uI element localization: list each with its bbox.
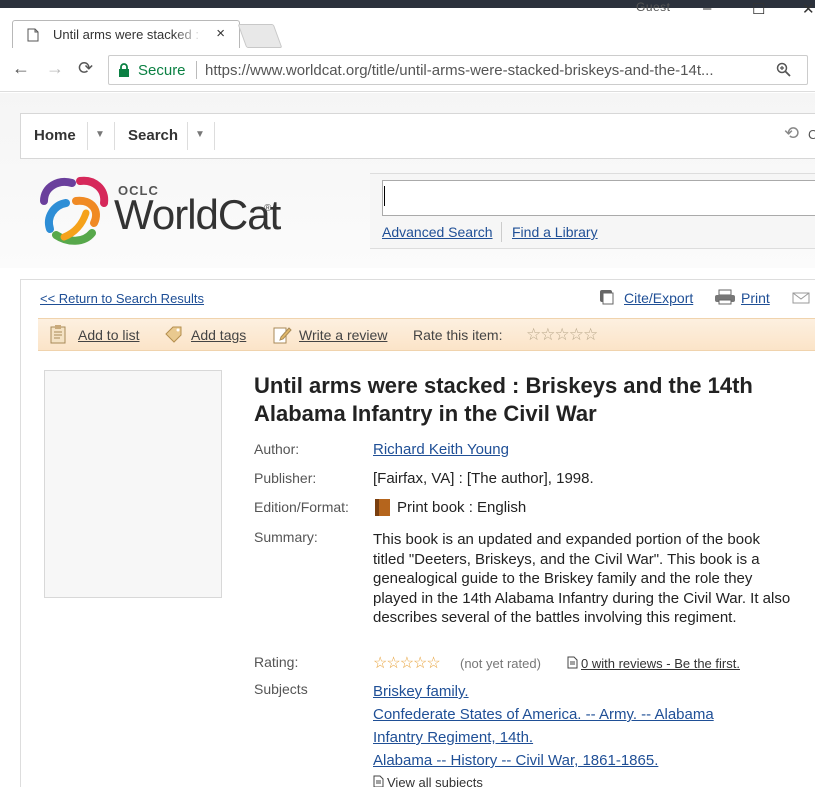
- print-icon[interactable]: [714, 289, 736, 310]
- edition-format-label: Edition/Format:: [254, 499, 349, 515]
- back-arrow-icon[interactable]: ←: [12, 58, 30, 79]
- window-titlebar: [0, 0, 815, 8]
- rating-stars: ☆☆☆☆☆: [373, 655, 441, 672]
- summary-text: This book is an updated and expanded por…: [373, 531, 791, 626]
- publisher-value: [Fairfax, VA] : [The author], 1998.: [373, 470, 594, 487]
- write-a-review-link[interactable]: Write a review: [299, 327, 387, 343]
- view-all-doc-icon: [373, 775, 384, 787]
- new-tab-button[interactable]: [237, 24, 283, 48]
- zoom-icon[interactable]: [776, 62, 791, 80]
- subject-link[interactable]: Confederate States of America. -- Army. …: [373, 706, 714, 723]
- url-text[interactable]: https://www.worldcat.org/title/until-arm…: [205, 62, 714, 79]
- cite-export-icon[interactable]: [598, 288, 618, 311]
- subjects-label: Subjects: [254, 681, 308, 697]
- record-title: Until arms were stacked : Briskeys and t…: [254, 373, 753, 426]
- rating-label: Rating:: [254, 654, 299, 670]
- tab-title: Until arms were stacked :: [53, 27, 199, 42]
- omnibox-divider: [196, 61, 197, 79]
- add-tags-link[interactable]: Add tags: [191, 327, 246, 343]
- book-cover-placeholder: [44, 370, 222, 598]
- reviews-link[interactable]: 0 with reviews - Be the first.: [581, 656, 740, 671]
- view-all-subjects-link[interactable]: View all subjects: [387, 775, 483, 787]
- subject-link[interactable]: Infantry Regiment, 14th.: [373, 729, 533, 746]
- profile-guest-label[interactable]: Guest: [636, 0, 671, 14]
- subject-link[interactable]: Briskey family.: [373, 683, 469, 700]
- tag-icon: [164, 325, 184, 348]
- publisher-label: Publisher:: [254, 470, 317, 486]
- url-field[interactable]: Secure https://www.worldcat.org/title/un…: [108, 55, 808, 85]
- forward-arrow-icon[interactable]: →: [46, 58, 64, 79]
- author-link[interactable]: Richard Keith Young: [373, 441, 509, 458]
- browser-tab[interactable]: Until arms were stacked : ×: [12, 20, 240, 48]
- maximize-button[interactable]: ☐: [752, 0, 765, 18]
- edition-format-value: Print book : English: [397, 499, 527, 516]
- author-label: Author:: [254, 441, 300, 457]
- return-to-results-link[interactable]: << Return to Search Results: [40, 291, 204, 306]
- page-icon: [27, 28, 39, 45]
- email-icon[interactable]: [792, 291, 810, 309]
- review-doc-icon: [567, 656, 578, 674]
- book-icon: [374, 498, 392, 522]
- item-action-bar: Add to list Add tags Write a review Rate…: [38, 318, 815, 351]
- secure-label: Secure: [138, 62, 186, 79]
- close-window-button[interactable]: ✕: [802, 0, 815, 18]
- reload-icon[interactable]: ⟳: [78, 58, 93, 79]
- tab-strip: Until arms were stacked : ×: [0, 8, 815, 48]
- address-bar: ← → ⟳ Secure https://www.worldcat.org/ti…: [0, 48, 815, 92]
- minimize-button[interactable]: –: [703, 0, 711, 17]
- rating-status: (not yet rated): [460, 656, 541, 671]
- subject-link[interactable]: Alabama -- History -- Civil War, 1861-18…: [373, 752, 658, 769]
- print-link[interactable]: Print: [741, 290, 770, 306]
- summary-label: Summary:: [254, 529, 318, 545]
- lock-icon: [118, 63, 130, 82]
- cite-export-link[interactable]: Cite/Export: [624, 290, 693, 306]
- tab-close-icon[interactable]: ×: [216, 25, 225, 42]
- review-icon: [272, 325, 292, 349]
- rate-stars-widget[interactable]: ☆☆☆☆☆: [526, 325, 598, 345]
- list-icon: [50, 325, 66, 349]
- rate-this-item-label: Rate this item:: [413, 327, 503, 343]
- add-to-list-link[interactable]: Add to list: [78, 327, 139, 343]
